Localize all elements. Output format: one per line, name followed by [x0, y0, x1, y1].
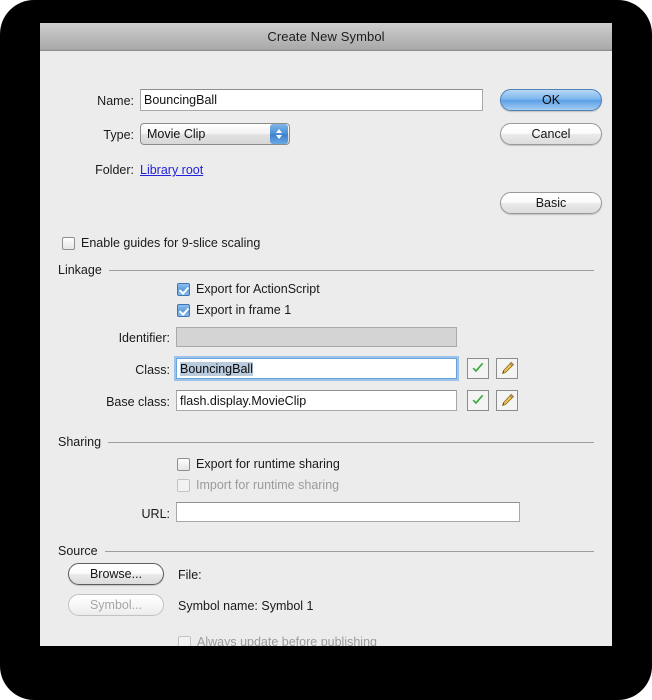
base-class-validate-button[interactable]	[467, 390, 489, 411]
window-frame: Create New Symbol Name: BouncingBall OK …	[0, 0, 652, 700]
name-input-value: BouncingBall	[144, 93, 217, 107]
folder-label: Folder:	[95, 163, 134, 177]
basic-button-label: Basic	[535, 196, 567, 210]
checkbox-box-icon	[62, 236, 75, 250]
import-runtime-sharing-label: Import for runtime sharing	[196, 478, 340, 492]
always-update-label: Always update before publishing	[197, 635, 377, 646]
url-input[interactable]	[176, 502, 520, 522]
checkbox-box-icon	[178, 635, 191, 646]
export-for-actionscript-label: Export for ActionScript	[196, 282, 320, 296]
class-validate-button[interactable]	[467, 358, 489, 379]
browse-button-label: Browse...	[89, 567, 143, 581]
type-label: Type:	[103, 128, 134, 142]
sharing-group-header: Sharing	[58, 435, 594, 449]
base-class-edit-button[interactable]	[496, 390, 518, 411]
base-class-input[interactable]: flash.display.MovieClip	[176, 390, 457, 411]
identifier-input	[176, 327, 457, 347]
symbol-button-label: Symbol...	[89, 598, 143, 612]
group-divider	[104, 550, 594, 552]
checkbox-box-icon	[177, 457, 190, 471]
export-runtime-sharing-label: Export for runtime sharing	[196, 457, 340, 471]
basic-button[interactable]: Basic	[500, 192, 602, 214]
cancel-button-label: Cancel	[531, 127, 571, 141]
title-bar: Create New Symbol	[40, 23, 612, 51]
identifier-label: Identifier:	[118, 331, 170, 345]
linkage-group-header: Linkage	[58, 263, 594, 277]
class-input[interactable]: BouncingBall	[176, 358, 457, 379]
source-group-title: Source	[58, 544, 98, 558]
library-root-link[interactable]: Library root	[140, 163, 203, 177]
export-runtime-sharing-checkbox[interactable]: Export for runtime sharing	[177, 457, 340, 471]
export-in-frame-1-label: Export in frame 1	[196, 303, 292, 317]
export-for-actionscript-checkbox[interactable]: Export for ActionScript	[177, 282, 320, 296]
group-divider	[108, 269, 594, 271]
ok-button[interactable]: OK	[500, 89, 602, 111]
base-class-input-value: flash.display.MovieClip	[180, 393, 307, 408]
chevron-up-icon	[276, 129, 282, 133]
type-select-value: Movie Clip	[147, 127, 206, 141]
symbol-button: Symbol...	[68, 594, 164, 616]
check-icon	[472, 395, 484, 405]
check-icon	[472, 363, 484, 373]
linkage-group-title: Linkage	[58, 263, 102, 277]
chevron-updown-icon[interactable]	[270, 124, 288, 144]
create-new-symbol-dialog: Create New Symbol Name: BouncingBall OK …	[40, 23, 612, 646]
name-label: Name:	[97, 94, 134, 108]
checkbox-checked-icon	[177, 303, 190, 317]
checkbox-box-icon	[177, 478, 190, 492]
always-update-checkbox: Always update before publishing	[178, 635, 377, 646]
file-label: File:	[178, 568, 202, 582]
cancel-button[interactable]: Cancel	[500, 123, 602, 145]
url-label: URL:	[141, 507, 170, 521]
class-input-value: BouncingBall	[180, 361, 253, 376]
dialog-title: Create New Symbol	[267, 29, 385, 44]
import-runtime-sharing-checkbox: Import for runtime sharing	[177, 478, 339, 492]
pencil-icon	[501, 393, 514, 407]
dialog-body: Name: BouncingBall OK Cancel Type: Movie…	[40, 51, 612, 646]
sharing-group-title: Sharing	[58, 435, 102, 449]
base-class-label: Base class:	[106, 395, 170, 409]
browse-button[interactable]: Browse...	[68, 563, 164, 585]
ok-button-label: OK	[541, 93, 561, 107]
enable-9slice-checkbox[interactable]: Enable guides for 9-slice scaling	[62, 236, 260, 250]
chevron-down-icon	[276, 135, 282, 139]
source-group-header: Source	[58, 544, 594, 558]
enable-9slice-label: Enable guides for 9-slice scaling	[81, 236, 261, 250]
name-input[interactable]: BouncingBall	[140, 89, 483, 111]
group-divider	[108, 441, 594, 443]
type-select[interactable]: Movie Clip	[140, 123, 290, 145]
pencil-icon	[501, 361, 514, 375]
export-in-frame-1-checkbox[interactable]: Export in frame 1	[177, 303, 291, 317]
symbol-name-label: Symbol name: Symbol 1	[178, 599, 314, 613]
class-edit-button[interactable]	[496, 358, 518, 379]
checkbox-checked-icon	[177, 282, 190, 296]
class-label: Class:	[135, 363, 170, 377]
